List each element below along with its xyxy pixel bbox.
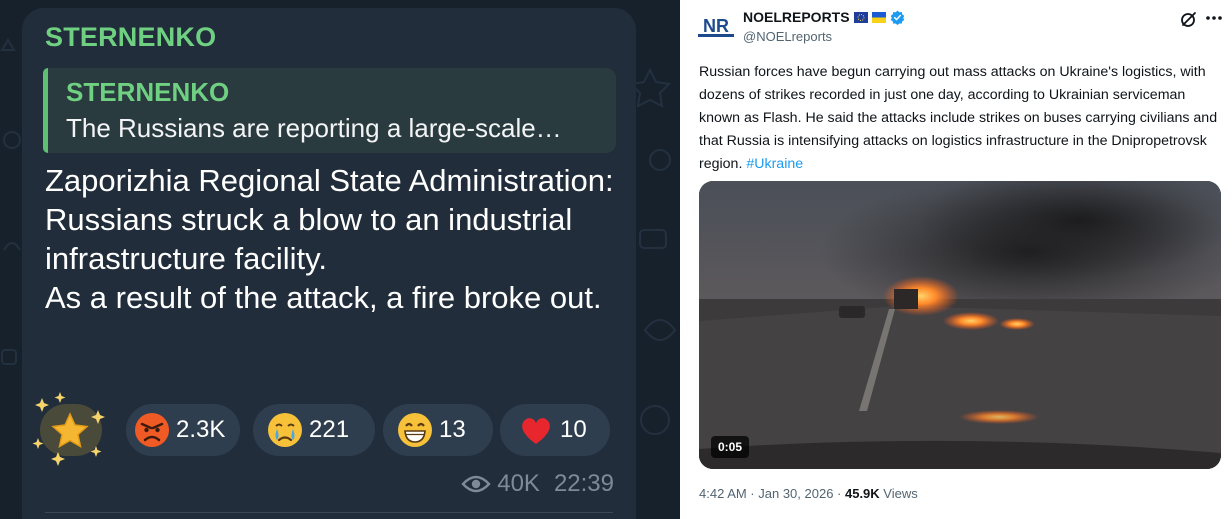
- reply-author-name: STERNENKO: [66, 77, 230, 107]
- more-options-icon[interactable]: [1204, 8, 1224, 28]
- eu-flag-icon: [853, 11, 868, 23]
- reply-snippet: The Russians are reporting a large-scale…: [66, 113, 562, 143]
- tweet-meta: 4:42 AM · Jan 30, 2026 · 45.9K Views: [699, 486, 918, 501]
- grinning-face-icon: [398, 413, 432, 447]
- star-sparkle-icon: [32, 392, 105, 466]
- tweet-view-count: 45.9K: [844, 486, 880, 501]
- eye-icon: [461, 475, 491, 493]
- avatar-initials: NR: [703, 16, 729, 36]
- tweet-author-row: NOELREPORTS: [743, 9, 905, 25]
- tweet-views-label: Views: [879, 486, 918, 501]
- message-meta: 40K 22:39: [461, 470, 614, 498]
- tweet-panel: NR NOELREPORTS @NOELreports Russian forc…: [680, 0, 1232, 519]
- grok-icon[interactable]: [1180, 10, 1198, 28]
- reaction-star[interactable]: [32, 392, 106, 466]
- account-avatar[interactable]: NR: [696, 8, 736, 48]
- message-time: 22:39: [553, 470, 614, 497]
- video-frame: [699, 181, 1221, 469]
- message-paragraph: As a result of the attack, a fire broke …: [45, 280, 602, 315]
- angry-face-icon: [135, 413, 169, 447]
- verified-badge-icon: [890, 10, 904, 25]
- video-player[interactable]: 0:05: [699, 181, 1221, 469]
- telegram-panel: STERNENKO STERNENKO The Russians are rep…: [0, 0, 680, 519]
- reaction-grinning[interactable]: 13: [383, 404, 493, 456]
- reply-quote[interactable]: STERNENKO The Russians are reporting a l…: [43, 68, 616, 153]
- message-paragraph: Zaporizhia Regional State Administration…: [45, 163, 614, 276]
- tweet-text: Russian forces have begun carrying out m…: [699, 61, 1219, 176]
- reaction-count: 2.3K: [176, 416, 226, 443]
- divider: [45, 512, 613, 513]
- view-count: 40K: [497, 470, 540, 497]
- tweet-timestamp[interactable]: 4:42 AM · Jan 30, 2026 ·: [699, 486, 845, 501]
- tweet-display-name[interactable]: NOELREPORTS: [743, 9, 850, 25]
- video-duration-badge: 0:05: [711, 436, 750, 458]
- channel-author-name[interactable]: STERNENKO: [45, 22, 216, 53]
- red-heart-icon: [522, 418, 550, 444]
- reaction-crying[interactable]: 221: [253, 404, 375, 456]
- ukraine-flag-icon: [871, 11, 886, 23]
- reaction-count: 13: [439, 416, 466, 443]
- reaction-count: 10: [560, 416, 587, 443]
- reaction-angry[interactable]: 2.3K: [126, 404, 240, 456]
- reaction-heart[interactable]: 10: [500, 404, 610, 456]
- crying-face-icon: [268, 413, 302, 447]
- message-text: Zaporizhia Regional State Administration…: [45, 161, 615, 317]
- reaction-count: 221: [309, 416, 350, 443]
- hashtag-link[interactable]: #Ukraine: [746, 156, 803, 172]
- tweet-handle[interactable]: @NOELreports: [743, 29, 832, 44]
